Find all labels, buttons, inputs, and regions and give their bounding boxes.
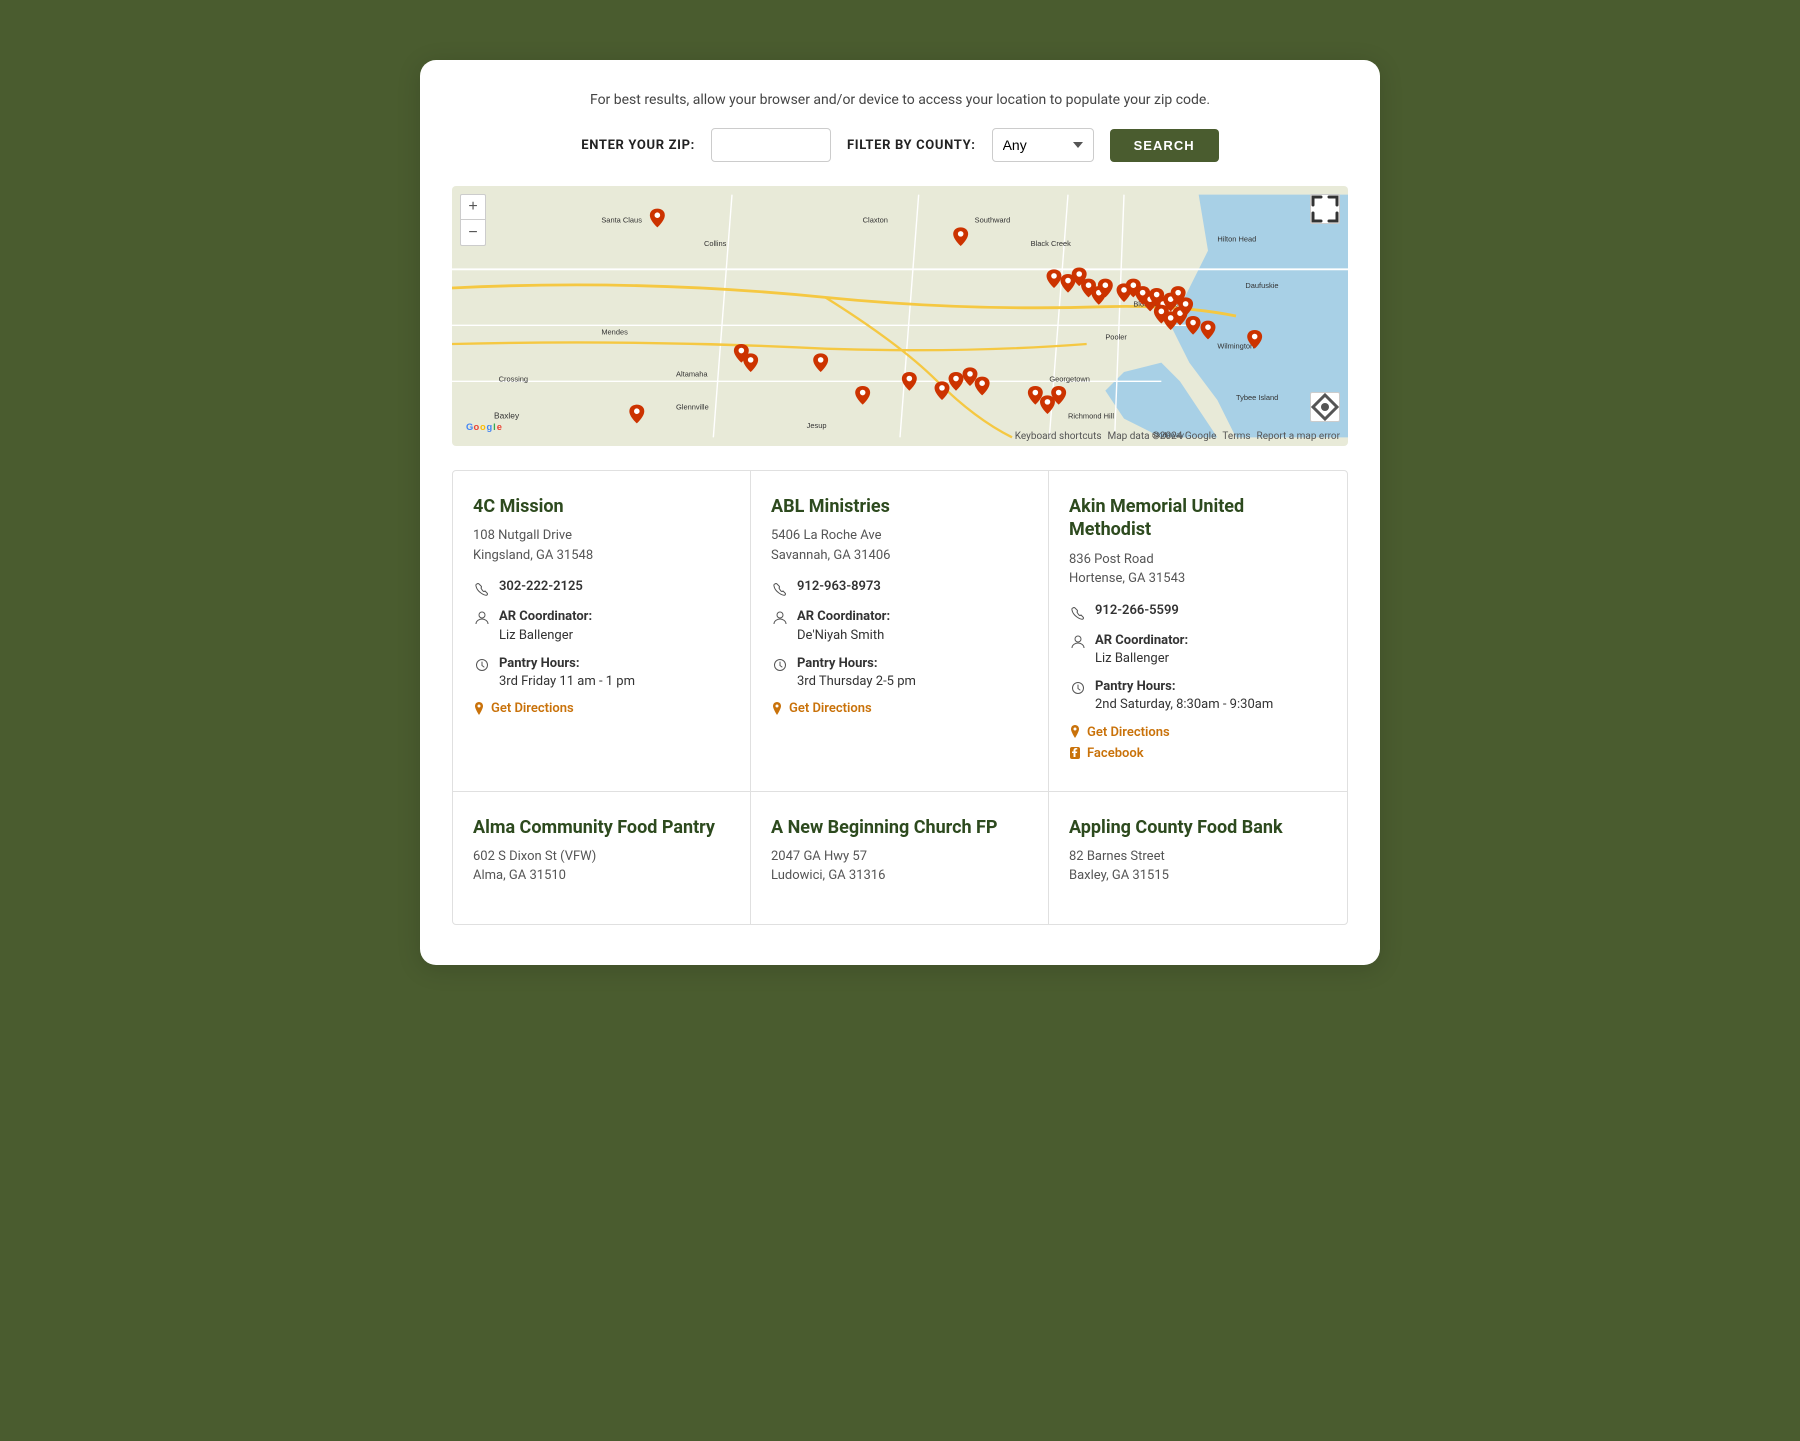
coordinator-icon xyxy=(1069,633,1087,651)
hours-info: Pantry Hours: 3rd Friday 11 am - 1 pm xyxy=(499,655,635,691)
zip-input[interactable] xyxy=(711,128,831,162)
svg-text:Mendes: Mendes xyxy=(601,328,628,337)
hours-info: Pantry Hours: 3rd Thursday 2-5 pm xyxy=(797,655,916,691)
search-button[interactable]: SEARCH xyxy=(1110,129,1219,162)
county-select[interactable]: Any Appling Atkinson Bacon Brantley Brya… xyxy=(992,128,1094,162)
coordinator-info: AR Coordinator: Liz Ballenger xyxy=(1095,632,1188,668)
directions-link[interactable]: Get Directions xyxy=(1069,725,1327,740)
map-data-credit: Map data ©2024 Google xyxy=(1108,431,1217,442)
card-4c-mission: 4C Mission 108 Nutgall Drive Kingsland, … xyxy=(453,471,751,792)
svg-text:Georgetown: Georgetown xyxy=(1049,374,1090,383)
coordinator-info: AR Coordinator: Liz Ballenger xyxy=(499,608,592,644)
card-akin-memorial: Akin Memorial United Methodist 836 Post … xyxy=(1049,471,1347,792)
card-a-new-beginning: A New Beginning Church FP 2047 GA Hwy 57… xyxy=(751,792,1049,924)
card-phone-row: 302-222-2125 xyxy=(473,579,730,598)
coordinator-icon xyxy=(771,609,789,627)
zoom-in-button[interactable]: + xyxy=(460,194,486,220)
svg-text:o: o xyxy=(473,422,479,432)
card-hours-row: Pantry Hours: 2nd Saturday, 8:30am - 9:3… xyxy=(1069,678,1327,714)
phone-number: 912-963-8973 xyxy=(797,579,881,594)
svg-text:Black Creek: Black Creek xyxy=(1031,239,1071,248)
svg-text:Santa Claus: Santa Claus xyxy=(601,216,642,225)
svg-text:Altamaha: Altamaha xyxy=(676,370,708,379)
hours-icon xyxy=(1069,679,1087,697)
svg-text:Glennville: Glennville xyxy=(676,402,709,411)
location-notice: For best results, allow your browser and… xyxy=(452,92,1348,108)
map-container: Baxley Glennville Jesup Georgetown Poole… xyxy=(452,186,1348,446)
card-address: 2047 GA Hwy 57 Ludowici, GA 31316 xyxy=(771,847,1028,886)
card-coordinator-row: AR Coordinator: Liz Ballenger xyxy=(473,608,730,644)
card-name: ABL Ministries xyxy=(771,495,1028,518)
map-footer: Keyboard shortcuts Map data ©2024 Google… xyxy=(1015,431,1340,442)
report-map-error-link[interactable]: Report a map error xyxy=(1257,431,1340,442)
card-name: A New Beginning Church FP xyxy=(771,816,1028,839)
svg-text:Crossing: Crossing xyxy=(499,374,528,383)
card-alma-community: Alma Community Food Pantry 602 S Dixon S… xyxy=(453,792,751,924)
card-name: Alma Community Food Pantry xyxy=(473,816,730,839)
svg-text:o: o xyxy=(480,422,486,432)
card-coordinator-row: AR Coordinator: Liz Ballenger xyxy=(1069,632,1327,668)
main-container: For best results, allow your browser and… xyxy=(420,60,1380,965)
card-address: 602 S Dixon St (VFW) Alma, GA 31510 xyxy=(473,847,730,886)
card-name: 4C Mission xyxy=(473,495,730,518)
directions-link[interactable]: Get Directions xyxy=(771,701,1028,716)
svg-text:G: G xyxy=(466,422,473,432)
card-abl-ministries: ABL Ministries 5406 La Roche Ave Savanna… xyxy=(751,471,1049,792)
map-location-button[interactable] xyxy=(1310,392,1340,422)
svg-text:Daufuskie: Daufuskie xyxy=(1245,281,1278,290)
svg-text:Collins: Collins xyxy=(704,239,727,248)
card-address: 836 Post Road Hortense, GA 31543 xyxy=(1069,550,1327,589)
directions-link[interactable]: Get Directions xyxy=(473,701,730,716)
phone-number: 302-222-2125 xyxy=(499,579,583,594)
card-phone-row: 912-963-8973 xyxy=(771,579,1028,598)
card-appling-county-food-bank: Appling County Food Bank 82 Barnes Stree… xyxy=(1049,792,1347,924)
facebook-link[interactable]: Facebook xyxy=(1069,746,1327,761)
coordinator-info: AR Coordinator: De'Niyah Smith xyxy=(797,608,890,644)
hours-icon xyxy=(473,656,491,674)
search-bar: ENTER YOUR ZIP: FILTER BY COUNTY: Any Ap… xyxy=(452,128,1348,162)
terms-link[interactable]: Terms xyxy=(1222,431,1250,442)
svg-text:Richmond Hill: Richmond Hill xyxy=(1068,412,1114,421)
card-address: 82 Barnes Street Baxley, GA 31515 xyxy=(1069,847,1327,886)
svg-text:g: g xyxy=(487,422,493,432)
phone-icon xyxy=(473,580,491,598)
zoom-out-button[interactable]: − xyxy=(460,220,486,246)
hours-icon xyxy=(771,656,789,674)
keyboard-shortcuts-link[interactable]: Keyboard shortcuts xyxy=(1015,431,1102,442)
card-address: 108 Nutgall Drive Kingsland, GA 31548 xyxy=(473,526,730,565)
svg-text:e: e xyxy=(497,422,502,432)
card-name: Akin Memorial United Methodist xyxy=(1069,495,1327,542)
cards-grid: 4C Mission 108 Nutgall Drive Kingsland, … xyxy=(452,470,1348,925)
hours-info: Pantry Hours: 2nd Saturday, 8:30am - 9:3… xyxy=(1095,678,1273,714)
map-expand-button[interactable] xyxy=(1310,194,1340,224)
phone-number: 912-266-5599 xyxy=(1095,603,1179,618)
svg-text:Baxley: Baxley xyxy=(494,411,520,421)
svg-text:Hilton Head: Hilton Head xyxy=(1217,234,1256,243)
phone-icon xyxy=(771,580,789,598)
card-address: 5406 La Roche Ave Savannah, GA 31406 xyxy=(771,526,1028,565)
card-hours-row: Pantry Hours: 3rd Thursday 2-5 pm xyxy=(771,655,1028,691)
svg-text:Claxton: Claxton xyxy=(863,216,888,225)
svg-text:Pooler: Pooler xyxy=(1105,332,1127,341)
map-zoom-controls: + − xyxy=(460,194,486,246)
card-hours-row: Pantry Hours: 3rd Friday 11 am - 1 pm xyxy=(473,655,730,691)
coordinator-icon xyxy=(473,609,491,627)
map-svg: Baxley Glennville Jesup Georgetown Poole… xyxy=(452,186,1348,446)
svg-text:Wilmington: Wilmington xyxy=(1217,342,1254,351)
card-phone-row: 912-266-5599 xyxy=(1069,603,1327,622)
zip-label: ENTER YOUR ZIP: xyxy=(581,138,695,153)
phone-icon xyxy=(1069,604,1087,622)
svg-text:Tybee Island: Tybee Island xyxy=(1236,393,1278,402)
svg-text:l: l xyxy=(493,422,496,432)
card-coordinator-row: AR Coordinator: De'Niyah Smith xyxy=(771,608,1028,644)
card-name: Appling County Food Bank xyxy=(1069,816,1327,839)
svg-text:Southward: Southward xyxy=(975,216,1011,225)
svg-text:Jesup: Jesup xyxy=(807,421,827,430)
county-label: FILTER BY COUNTY: xyxy=(847,138,976,153)
